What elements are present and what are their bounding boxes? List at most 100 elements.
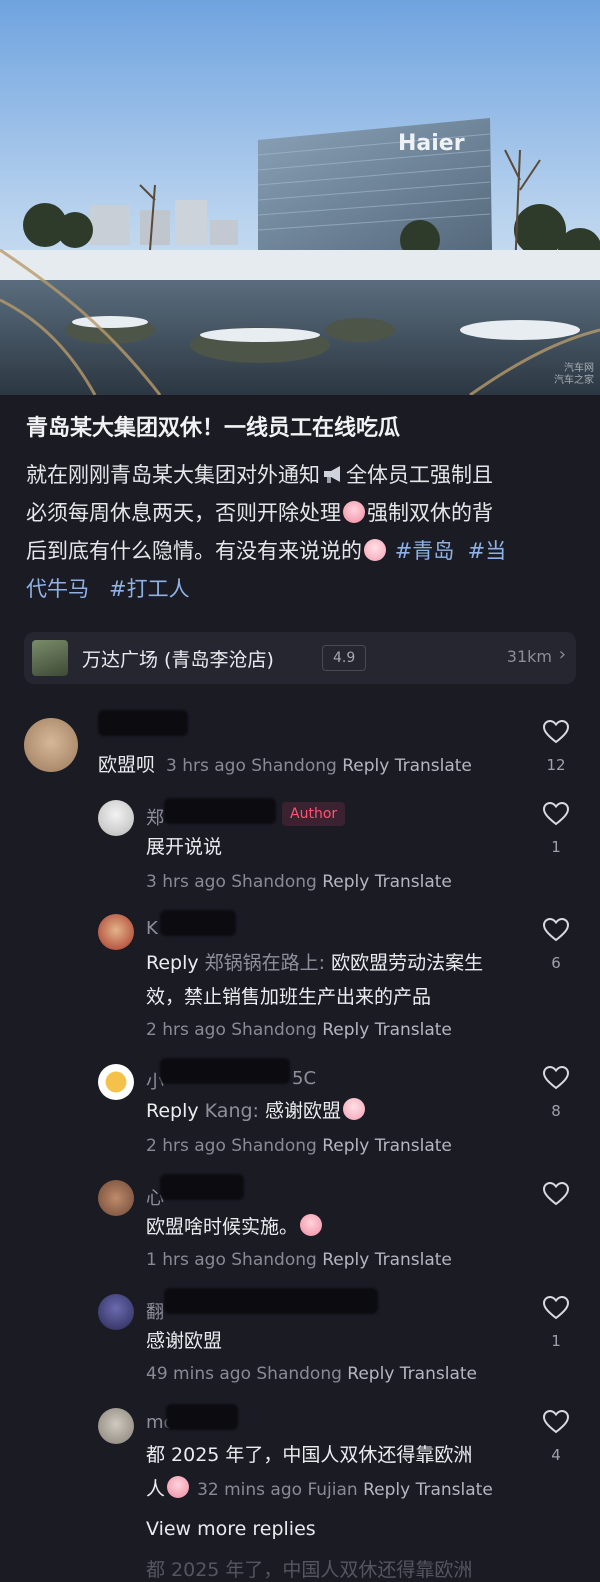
author-badge: Author — [282, 802, 346, 826]
avatar[interactable] — [98, 800, 134, 836]
comment-text: 欧盟啥时候实施。 — [146, 1210, 324, 1244]
image-watermark: 汽车网 汽车之家 — [554, 363, 594, 387]
comment-time: 32 mins ago — [197, 1480, 303, 1500]
avatar[interactable] — [98, 1180, 134, 1216]
comment-text-segment: 欧欧盟劳动法案生 — [331, 952, 484, 974]
heart-icon — [543, 1410, 569, 1434]
avatar[interactable] — [24, 718, 78, 772]
comment-text: Reply 郑锅锅在路上: 欧欧盟劳动法案生 效，禁止销售加班生产出来的产品 — [146, 946, 526, 1014]
shocked-emoji-icon — [364, 539, 386, 561]
comment-time: 3 hrs ago — [146, 872, 226, 892]
shy-emoji-icon — [343, 1098, 366, 1120]
comment-region: Fujian — [307, 1480, 358, 1500]
like-button[interactable]: 8 — [536, 1066, 576, 1120]
redacted-username — [160, 1058, 290, 1084]
chevron-right-icon: › — [558, 644, 566, 665]
comment-username[interactable]: K — [146, 918, 158, 939]
reply-target[interactable]: 郑锅锅在路上: — [205, 952, 325, 974]
comment-meta: 3 hrs ago Shandong Reply Translate — [146, 872, 452, 892]
translate-button[interactable]: Translate — [375, 872, 452, 892]
post-title: 青岛某大集团双休！一线员工在线吃瓜 — [26, 416, 401, 441]
redacted-username — [160, 1174, 244, 1200]
comment-username[interactable]: 翻 — [146, 1298, 164, 1324]
comment-meta: 1 hrs ago Shandong Reply Translate — [146, 1250, 452, 1270]
like-count: 12 — [546, 756, 566, 774]
avatar[interactable] — [98, 1408, 134, 1444]
like-button[interactable] — [536, 1182, 576, 1218]
reply-target[interactable]: Kang: — [205, 1100, 259, 1122]
comment-region: Shandong — [231, 1136, 317, 1156]
avatar[interactable] — [98, 1064, 134, 1100]
location-thumbnail — [32, 640, 68, 676]
comment-time: 49 mins ago — [146, 1364, 251, 1384]
reply-button[interactable]: Reply — [322, 1020, 369, 1040]
translate-button[interactable]: Translate — [375, 1136, 452, 1156]
like-button[interactable]: 4 — [536, 1410, 576, 1464]
comment-text-line-2: 效，禁止销售加班生产出来的产品 — [146, 986, 432, 1008]
crying-emoji-icon — [167, 1476, 190, 1498]
comment-item: 心 欧盟啥时候实施。 1 hrs ago Shandong Reply Tran… — [0, 1174, 600, 1280]
comment-region: Shandong — [251, 756, 337, 776]
comment-item: 翻 感谢欧盟 49 mins ago Shandong Reply Transl… — [0, 1288, 600, 1394]
comment-time: 3 hrs ago — [166, 756, 246, 776]
reply-button[interactable]: Reply — [347, 1364, 394, 1384]
post-text-segment: 强制双休的背 — [367, 501, 493, 525]
post-body: 就在刚刚青岛某大集团对外通知 全体员工强制且 必须每周休息两天，否则开除处理 强制双… — [26, 456, 586, 608]
post-body-line-2: 必须每周休息两天，否则开除处理 强制双休的背 — [26, 494, 586, 532]
like-count: 6 — [551, 954, 561, 972]
avatar[interactable] — [98, 914, 134, 950]
crying-emoji-icon — [300, 1214, 323, 1236]
comment-meta: 32 mins ago Fujian Reply Translate — [197, 1480, 493, 1500]
reply-button[interactable]: Reply — [363, 1480, 410, 1500]
reply-button[interactable]: Reply — [322, 1250, 369, 1270]
location-rating: 4.9 — [322, 645, 367, 671]
comment-text-line-1: 都 2025 年了，中国人双休还得靠欧洲 — [146, 1444, 473, 1466]
location-name: 万达广场 (青岛李沧店) — [82, 649, 274, 671]
translate-button[interactable]: Translate — [416, 1480, 493, 1500]
translate-button[interactable]: Translate — [395, 756, 472, 776]
location-distance: 31km — [506, 647, 552, 666]
location-card[interactable]: 万达广场 (青岛李沧店) 4.9 31km › — [24, 632, 576, 684]
like-button[interactable]: 1 — [536, 802, 576, 856]
translate-button[interactable]: Translate — [375, 1250, 452, 1270]
haier-sign: Haier — [398, 131, 465, 156]
view-more-replies-button[interactable]: View more replies — [146, 1518, 316, 1540]
comment-text-segment: 人 — [146, 1478, 166, 1500]
comment-username-tail: 5C — [292, 1068, 317, 1089]
comment-text: 欧盟呗 — [98, 754, 156, 776]
watermark-line-1: 汽车网 — [564, 363, 594, 374]
comment-region: Shandong — [256, 1364, 342, 1384]
translate-button[interactable]: Translate — [400, 1364, 477, 1384]
reply-prefix: Reply — [146, 1100, 199, 1122]
megaphone-icon — [322, 459, 344, 483]
hashtag-dangdainiuma-cont[interactable]: 代牛马 — [26, 577, 89, 601]
comment-meta: 2 hrs ago Shandong Reply Translate — [146, 1020, 452, 1040]
reply-button[interactable]: Reply — [322, 872, 369, 892]
like-count: 8 — [551, 1102, 561, 1120]
comment-text-line-2: 人 32 mins ago Fujian Reply Translate — [146, 1472, 536, 1507]
redacted-username — [164, 798, 276, 824]
translate-button[interactable]: Translate — [375, 1020, 452, 1040]
like-button[interactable]: 1 — [536, 1296, 576, 1350]
comment-text-segment: 欧盟啥时候实施。 — [146, 1216, 299, 1238]
avatar[interactable] — [98, 1294, 134, 1330]
hashtag-dangdainiuma[interactable]: #当 — [468, 539, 507, 563]
hashtag-dagongren[interactable]: #打工人 — [109, 577, 190, 601]
post-text-segment: 后到底有什么隐情。有没有来说说的 — [26, 539, 362, 563]
redacted-username — [98, 710, 188, 736]
post-body-line-3: 后到底有什么隐情。有没有来说说的 #青岛 #当 — [26, 532, 586, 570]
comment-username[interactable]: 郑 — [146, 804, 164, 830]
cut-off-comment-text: 都 2025 年了，中国人双休还得靠欧洲 — [146, 1559, 473, 1581]
like-button[interactable]: 6 — [536, 918, 576, 972]
like-count: 1 — [551, 838, 561, 856]
post-hero-image[interactable]: Haier 汽车网 汽车之家 — [0, 0, 600, 395]
heart-icon — [543, 1182, 569, 1206]
watermark-line-2: 汽车之家 — [554, 375, 594, 386]
reply-prefix: Reply — [146, 952, 199, 974]
like-button[interactable]: 12 — [536, 720, 576, 774]
reply-button[interactable]: Reply — [342, 756, 389, 776]
comment-item: 欧盟呗 3 hrs ago Shandong Reply Translate 1… — [0, 710, 600, 788]
hashtag-qingdao[interactable]: #青岛 — [395, 539, 455, 563]
reply-button[interactable]: Reply — [322, 1136, 369, 1156]
post-text-segment: 就在刚刚青岛某大集团对外通知 — [26, 463, 320, 487]
